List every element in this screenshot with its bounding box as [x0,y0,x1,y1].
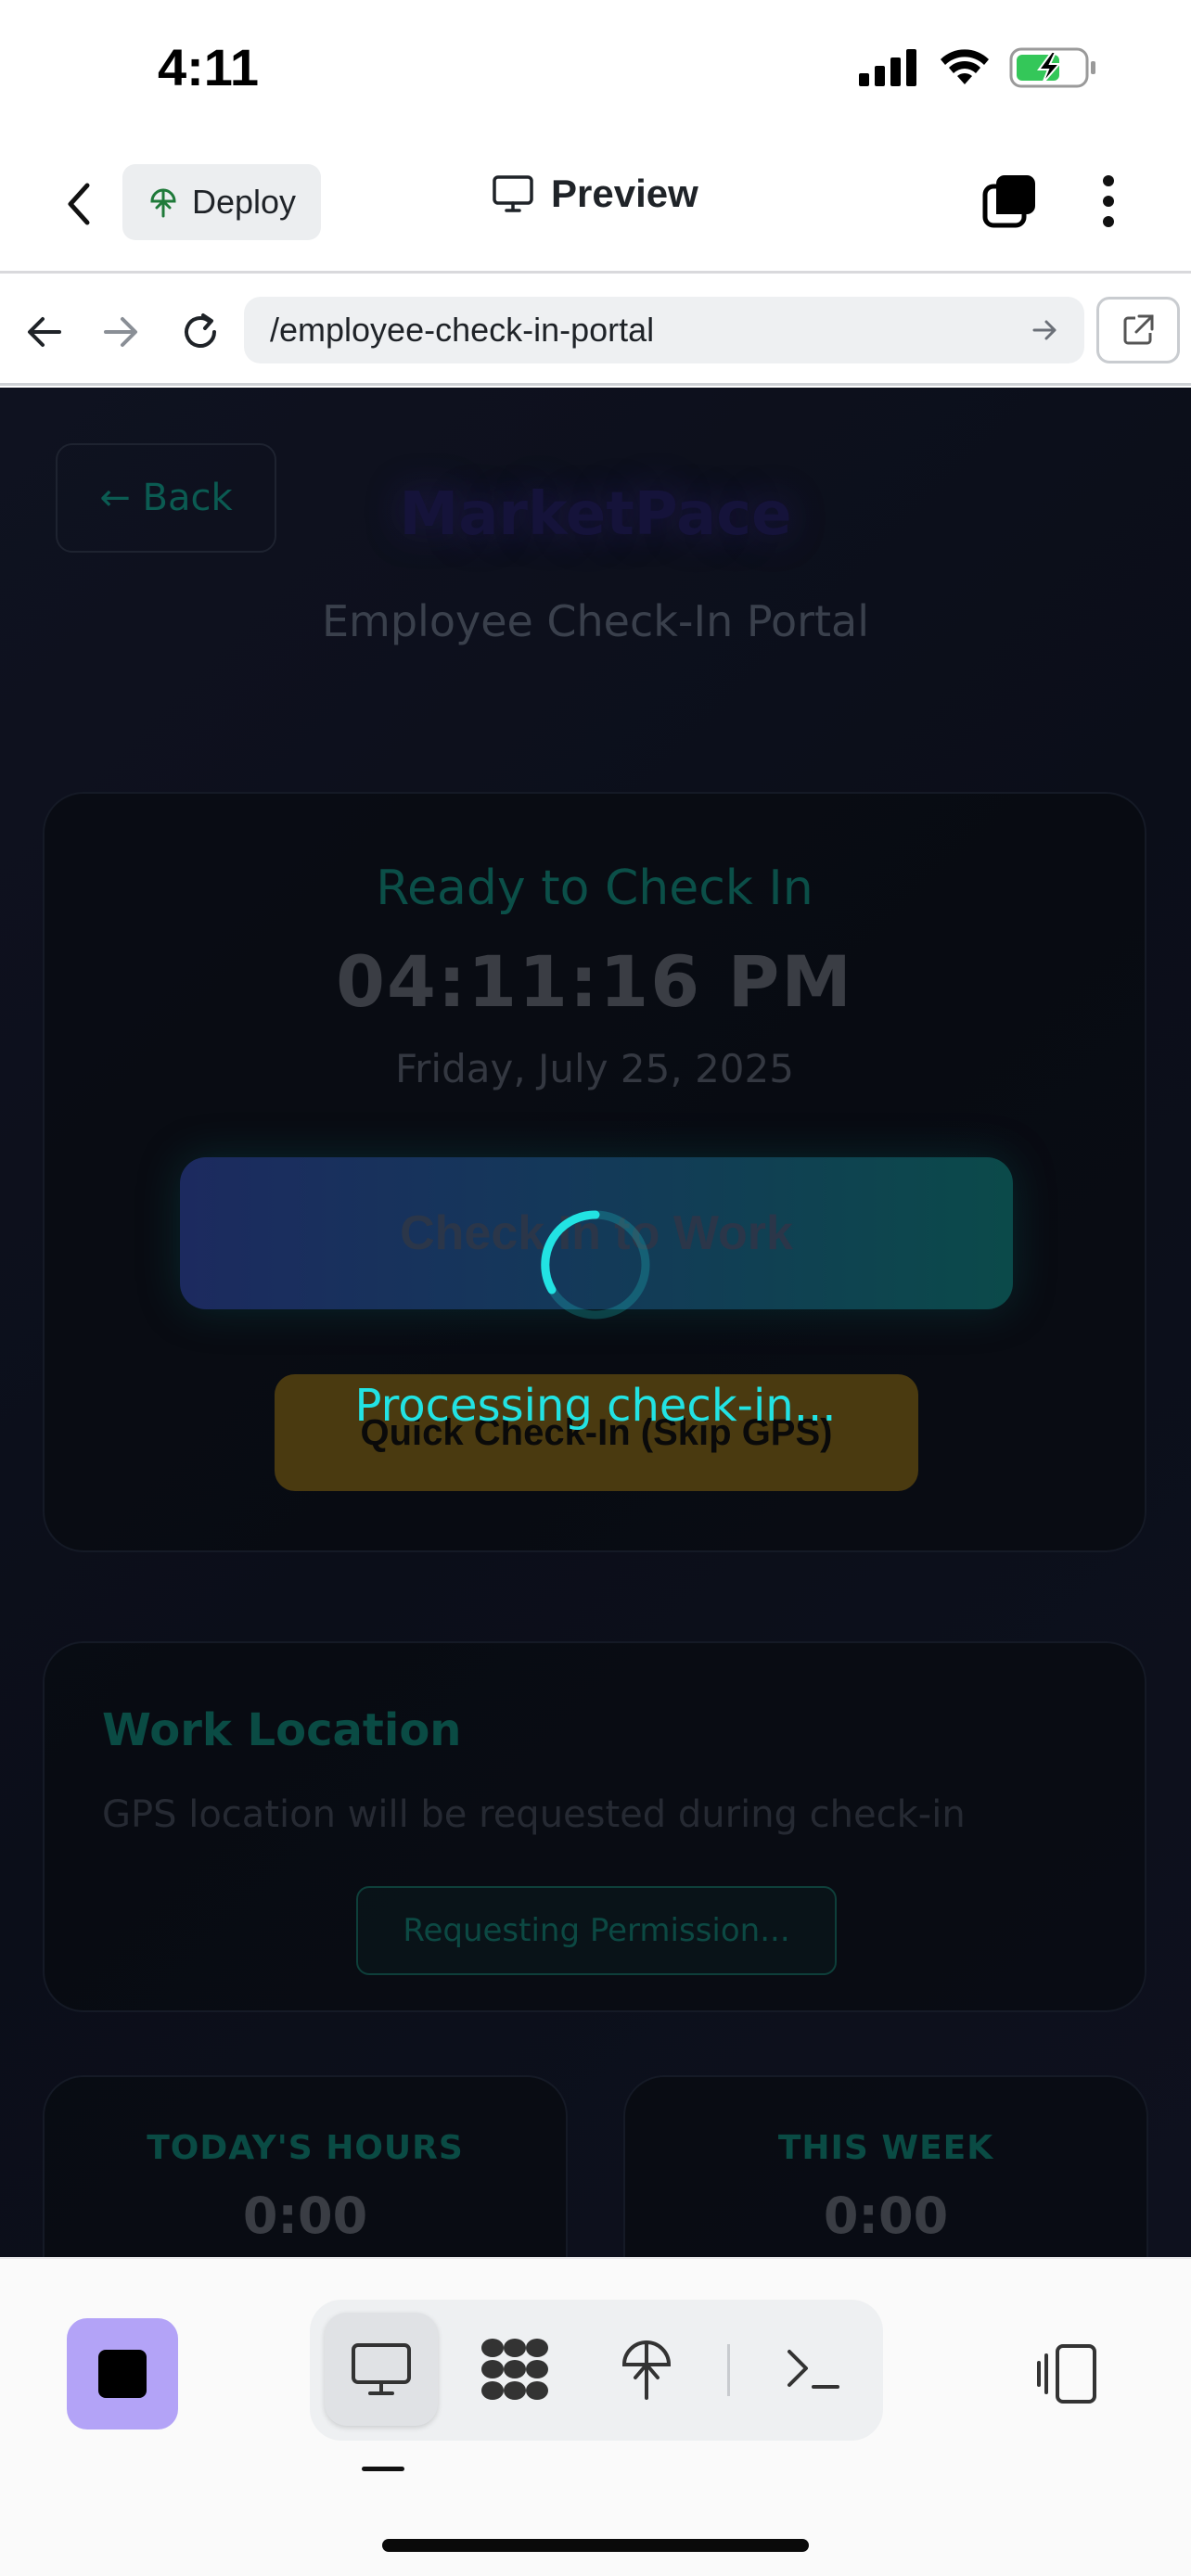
status-bar: 4:11 [0,0,1191,139]
web-preview: ← Back MarketPace Employee Check-In Port… [0,388,1191,2257]
this-week-card: THIS WEEK 0:00 [623,2075,1148,2257]
url-field[interactable]: /employee-check-in-portal [244,297,1084,363]
deploy-tab-icon[interactable] [590,2313,703,2426]
stat-label: TODAY'S HOURS [147,2129,464,2167]
home-indicator [382,2539,809,2552]
tabs-icon[interactable] [981,172,1039,229]
brand-logo-text: MarketPace [399,480,792,549]
stop-icon [98,2350,147,2398]
terminal-icon[interactable] [757,2313,870,2426]
go-arrow-icon[interactable] [1027,312,1064,349]
app-toolbar: Deploy Preview [0,139,1191,274]
loading-spinner-icon [541,1210,650,1320]
divider [727,2344,730,2396]
location-description: GPS location will be requested during ch… [102,1793,966,1836]
monitor-icon [493,175,533,212]
stat-value: 0:00 [242,2187,368,2245]
deploy-label: Deploy [191,183,297,221]
view-switcher [310,2300,883,2441]
stat-label: THIS WEEK [777,2129,994,2167]
signal-icon [859,49,916,86]
desktop-view-icon[interactable] [325,2313,438,2426]
status-time: 4:11 [158,38,259,96]
browser-bar: /employee-check-in-portal [0,276,1191,386]
checkin-card: Ready to Check In 04:11:16 PM Friday, Ju… [43,792,1146,1552]
stop-button[interactable] [67,2318,178,2429]
portal-subtitle: Employee Check-In Portal [321,596,870,646]
back-chevron-icon[interactable] [56,176,102,232]
location-title: Work Location [102,1704,462,1756]
current-time: 04:11:16 PM [336,940,853,1023]
active-tab-indicator [362,2467,404,2471]
work-location-card: Work Location GPS location will be reque… [43,1641,1146,2012]
browser-forward-icon[interactable] [93,304,148,360]
processing-message: Processing check-in... [354,1380,837,1432]
checkin-status: Ready to Check In [376,861,813,916]
reload-icon[interactable] [173,304,228,360]
more-options-icon[interactable] [1090,172,1127,231]
apps-icon[interactable] [458,2313,571,2426]
browser-back-icon[interactable] [17,304,72,360]
bottom-toolbar [0,2257,1191,2576]
deploy-button[interactable]: Deploy [122,164,321,240]
deploy-icon [150,188,176,218]
preview-title: Preview [492,172,698,216]
open-external-icon[interactable] [1096,297,1180,363]
current-date: Friday, July 25, 2025 [395,1046,794,1091]
preview-label: Preview [551,172,698,215]
todays-hours-card: TODAY'S HOURS 0:00 [43,2075,568,2257]
battery-charging-icon [1009,47,1095,88]
request-permission-button[interactable]: Requesting Permission... [356,1886,837,1975]
layout-toggle-icon[interactable] [1031,2337,1106,2411]
wifi-icon [941,49,989,84]
status-icons [859,46,1098,89]
url-text: /employee-check-in-portal [270,311,655,349]
stat-value: 0:00 [823,2187,949,2245]
